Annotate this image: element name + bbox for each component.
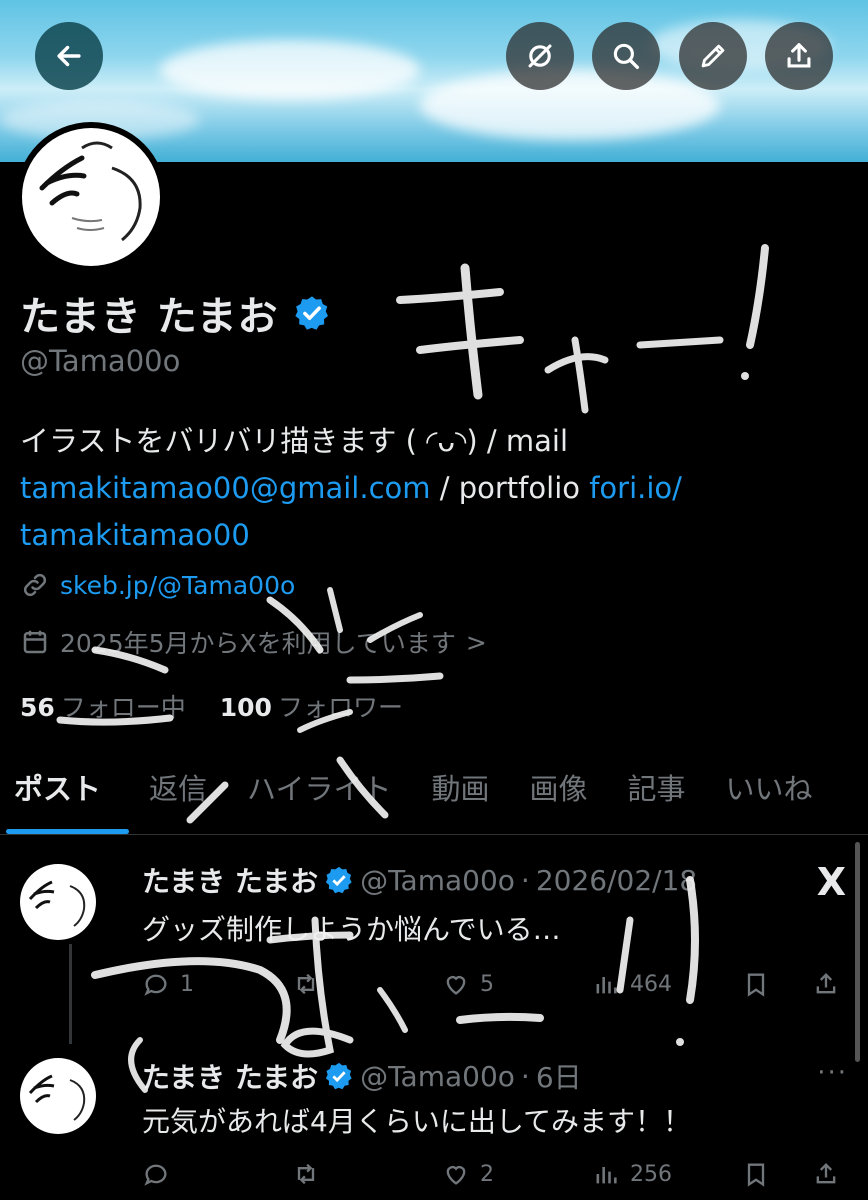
more-options-icon[interactable]: ··· xyxy=(817,1058,848,1088)
profile-name-text: たまき たまお xyxy=(20,294,279,340)
search-button[interactable] xyxy=(592,22,660,90)
filter-off-icon xyxy=(528,44,552,68)
share-button[interactable] xyxy=(765,22,833,90)
verified-badge-icon xyxy=(294,296,328,330)
post-avatar[interactable] xyxy=(20,1058,96,1134)
back-button[interactable] xyxy=(35,22,103,90)
heart-icon xyxy=(446,1166,466,1185)
thread-line xyxy=(69,944,72,1044)
profile-name: たまき たまお xyxy=(20,284,331,342)
followers-count: 100 xyxy=(219,693,272,722)
profile-tabs: ポスト 返信 ハイライト 動画 画像 記事 いいね xyxy=(0,764,868,835)
tab-highlights[interactable]: ハイライト xyxy=(227,764,411,816)
post-text: グッズ制作しようか悩んでいる… xyxy=(142,913,561,946)
like-button[interactable]: 5 xyxy=(442,970,592,998)
share-icon xyxy=(816,973,836,994)
x-logo-icon: X xyxy=(816,860,846,904)
pencil-icon xyxy=(701,44,725,68)
reply-button[interactable] xyxy=(142,1160,292,1188)
tab-articles[interactable]: 記事 xyxy=(607,764,705,816)
profile-website[interactable]: skeb.jp/@Tama00o xyxy=(20,570,295,600)
post-header: たまき たまお @Tama00o · 2026/02/18 xyxy=(142,860,697,900)
like-button[interactable]: 2 xyxy=(442,1160,592,1188)
edit-button[interactable] xyxy=(679,22,747,90)
views-icon xyxy=(596,977,617,994)
bio-email-link[interactable]: tamakitamao00@gmail.com xyxy=(20,471,431,505)
following-label: フォロー中 xyxy=(60,693,186,722)
tab-videos[interactable]: 動画 xyxy=(411,764,509,816)
views-count: 464 xyxy=(630,971,672,997)
link-icon xyxy=(23,573,47,597)
reply-button[interactable]: 1 xyxy=(142,970,292,998)
avatar-drawing xyxy=(22,128,160,266)
profile-avatar[interactable] xyxy=(16,122,166,272)
followers-label: フォロワー xyxy=(277,693,403,722)
post-date[interactable]: 6日 xyxy=(536,1056,582,1096)
followers-stat[interactable]: 100 フォロワー xyxy=(220,693,403,722)
bookmark-icon xyxy=(747,973,765,997)
post-actions: 2 256 xyxy=(142,1160,842,1188)
like-count: 2 xyxy=(480,1161,494,1187)
reply-icon xyxy=(144,1164,167,1186)
tab-images[interactable]: 画像 xyxy=(509,764,607,816)
bio-portfolio-link-cont[interactable]: tamakitamao00 xyxy=(20,518,250,552)
scrollbar[interactable] xyxy=(855,842,860,1062)
website-link[interactable]: skeb.jp/@Tama00o xyxy=(60,571,295,600)
bookmark-button[interactable] xyxy=(742,1160,812,1188)
tab-likes[interactable]: いいね xyxy=(706,764,833,816)
profile-handle: @Tama00o xyxy=(20,344,181,378)
share-post-button[interactable] xyxy=(812,970,840,998)
bookmark-button[interactable] xyxy=(742,970,812,998)
calendar-icon xyxy=(23,630,47,654)
chevron-right-icon: > xyxy=(465,627,487,657)
post-handle[interactable]: @Tama00o xyxy=(360,864,515,897)
bio-text: イラストをバリバリ描きます ( ◜ᴗ◝) / mail xyxy=(20,424,569,458)
verified-badge-icon xyxy=(325,1062,352,1090)
arrow-left-icon xyxy=(57,45,81,67)
post-header: たまき たまお @Tama00o · 6日 xyxy=(142,1056,582,1096)
tab-replies[interactable]: 返信 xyxy=(121,764,227,816)
post-separator: · xyxy=(520,1059,530,1093)
post-text: 元気があれば4月くらいに出してみます！！ xyxy=(142,1105,691,1138)
repost-icon xyxy=(297,973,315,995)
views-icon xyxy=(596,1167,617,1184)
post-author[interactable]: たまき たまお xyxy=(142,1056,318,1096)
following-stat[interactable]: 56 フォロー中 xyxy=(20,693,186,722)
following-count: 56 xyxy=(20,693,55,722)
bio-portfolio-link[interactable]: fori.io/ xyxy=(589,471,682,505)
search-icon xyxy=(613,43,640,70)
filter-off-button[interactable] xyxy=(506,22,574,90)
reply-count: 1 xyxy=(180,971,194,997)
post-date[interactable]: 2026/02/18 xyxy=(536,864,697,897)
post-avatar[interactable] xyxy=(20,864,96,940)
post-handle[interactable]: @Tama00o xyxy=(360,1060,515,1093)
profile-bio: イラストをバリバリ描きます ( ◜ᴗ◝) / mail tamakitamao0… xyxy=(20,418,850,559)
post-separator: · xyxy=(520,863,530,897)
repost-button[interactable] xyxy=(292,970,442,998)
repost-icon xyxy=(297,1163,315,1185)
views-button[interactable]: 256 xyxy=(592,1160,742,1188)
post-author[interactable]: たまき たまお xyxy=(142,860,318,900)
views-button[interactable]: 464 xyxy=(592,970,742,998)
joined-text: 2025年5月からXを利用しています xyxy=(60,629,456,658)
heart-icon xyxy=(446,976,466,995)
reply-icon xyxy=(144,974,167,996)
repost-button[interactable] xyxy=(292,1160,442,1188)
tab-posts[interactable]: ポスト xyxy=(0,764,130,834)
bio-portfolio-label: / portfolio xyxy=(430,471,590,505)
post-actions: 1 5 464 xyxy=(142,970,842,998)
share-icon xyxy=(816,1163,836,1184)
share-post-button[interactable] xyxy=(812,1160,840,1188)
profile-joined[interactable]: 2025年5月からXを利用しています > xyxy=(20,624,487,660)
share-icon xyxy=(787,43,811,68)
views-count: 256 xyxy=(630,1161,672,1187)
like-count: 5 xyxy=(480,971,494,997)
follow-stats: 56 フォロー中 100 フォロワー xyxy=(20,688,403,724)
bookmark-icon xyxy=(747,1163,765,1187)
verified-badge-icon xyxy=(325,866,352,894)
